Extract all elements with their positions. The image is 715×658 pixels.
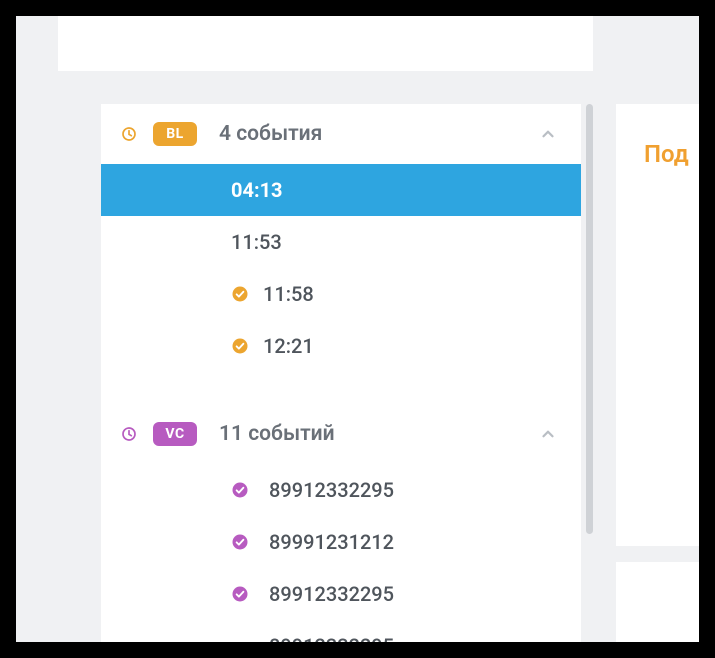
event-row[interactable]: 89912332295 [101,464,581,516]
badge-bl: BL [153,122,197,146]
event-number: 89991231212 [269,530,394,554]
event-number: 89912332295 [269,582,394,606]
side-panel: Под [616,104,699,546]
side-panel-title: Под [644,140,689,168]
event-row[interactable]: 12:21 [101,320,581,372]
group-title-vc: 11 событий [219,422,539,446]
event-row[interactable]: 89912332295 [101,620,581,642]
event-row[interactable]: 89912332295 [101,568,581,620]
check-icon [231,337,249,355]
event-number: 89912332295 [269,634,394,642]
group-header-bl[interactable]: BL 4 события [101,104,581,164]
scrollbar[interactable] [586,104,593,534]
event-row[interactable]: 04:13 [101,164,581,216]
group-header-vc[interactable]: VC 11 событий [101,404,581,464]
top-bar [58,16,593,71]
badge-vc: VC [153,422,197,446]
event-list-bl: 04:13 11:53 11:58 12:21 [101,164,581,372]
event-time: 11:58 [263,282,314,306]
event-number: 89912332295 [269,478,394,502]
events-panel: BL 4 события 04:13 11:53 11:58 [101,104,581,642]
check-icon [231,585,249,603]
event-time: 11:53 [231,230,282,254]
event-time: 04:13 [231,178,283,202]
event-list-vc: 89912332295 89991231212 89912332295 8991… [101,464,581,642]
group-title-bl: 4 события [219,122,539,146]
check-icon [231,533,249,551]
clock-icon [121,126,137,142]
chevron-up-icon[interactable] [539,425,557,443]
side-panel-lower: 1 [616,562,699,642]
clock-icon [121,426,137,442]
chevron-up-icon[interactable] [539,125,557,143]
check-icon [231,285,249,303]
check-icon [231,481,249,499]
event-time: 12:21 [263,334,314,358]
event-row[interactable]: 11:58 [101,268,581,320]
event-row[interactable]: 89991231212 [101,516,581,568]
event-row[interactable]: 11:53 [101,216,581,268]
